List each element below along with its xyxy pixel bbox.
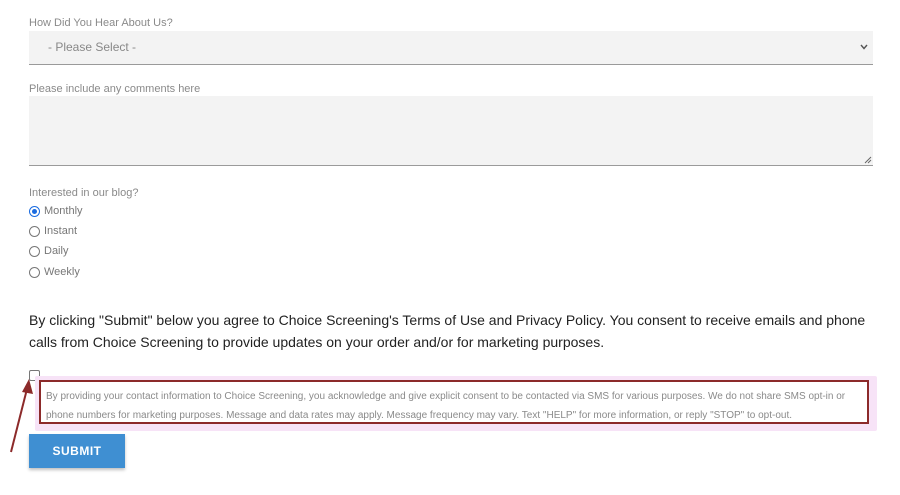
comments-textarea[interactable] xyxy=(29,96,873,166)
sms-consent-text: By providing your contact information to… xyxy=(46,391,846,421)
consent-statement: By clicking "Submit" below you agree to … xyxy=(29,312,866,350)
annotation-arrow-icon xyxy=(10,379,33,453)
submit-button[interactable]: SUBMIT xyxy=(29,434,125,468)
chevron-down-icon xyxy=(860,44,868,50)
resize-grip-icon[interactable] xyxy=(864,156,872,164)
hear-about-select-value: - Please Select - xyxy=(48,40,137,54)
hear-about-select[interactable]: - Please Select - xyxy=(29,31,873,65)
sms-consent-box: By providing your contact information to… xyxy=(39,380,869,424)
